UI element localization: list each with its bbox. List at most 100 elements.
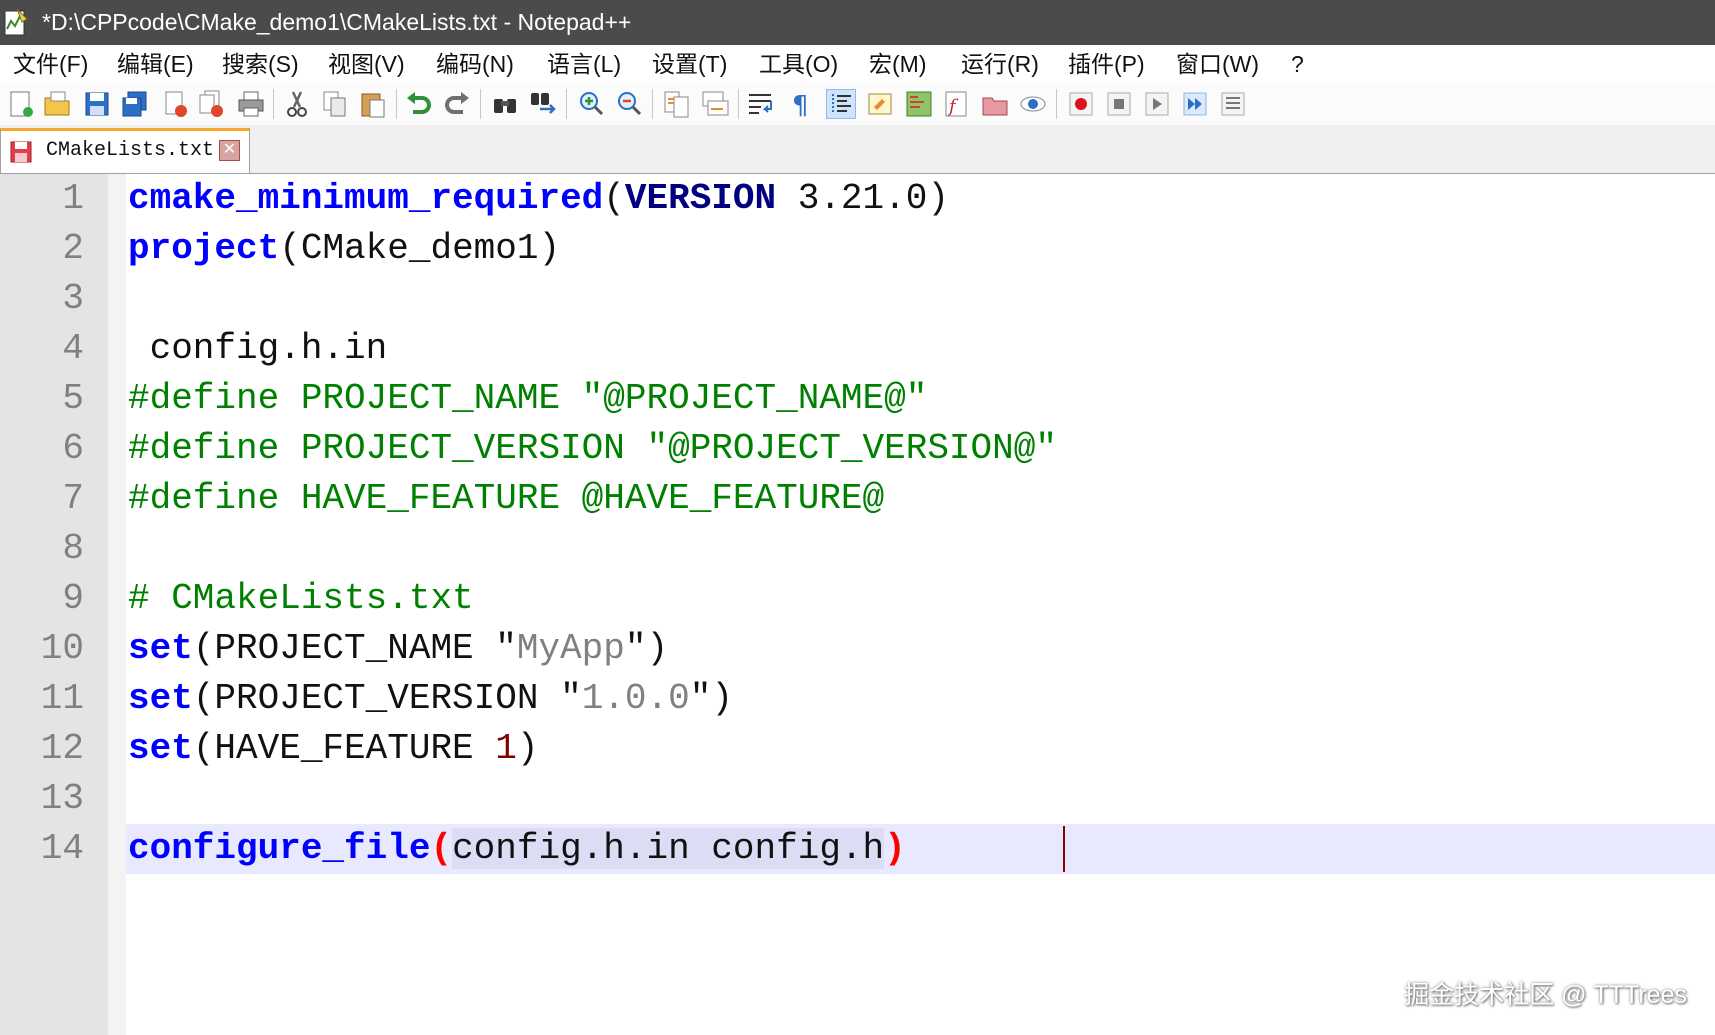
code-token: # CMakeLists.txt [128, 578, 474, 619]
fold-margin[interactable] [108, 174, 126, 1035]
code-line[interactable]: config.h.in [128, 324, 388, 374]
menu-encoding[interactable]: 编码(N) [436, 45, 514, 83]
line-number: 5 [62, 378, 84, 419]
line-number: 7 [62, 478, 84, 519]
code-token: 3.21.0) [776, 178, 949, 219]
print-icon[interactable] [236, 89, 266, 119]
menu-help[interactable]: ? [1291, 45, 1304, 83]
menu-window[interactable]: 窗口(W) [1176, 45, 1259, 83]
code-token: ") [689, 678, 733, 719]
sync-horizontal-icon[interactable] [700, 89, 730, 119]
menu-run[interactable]: 运行(R) [961, 45, 1039, 83]
window-title: *D:\CPPcode\CMake_demo1\CMakeLists.txt -… [42, 9, 632, 35]
line-number: 8 [62, 528, 84, 569]
menu-view[interactable]: 视图(V) [328, 45, 405, 83]
code-token: (PROJECT_VERSION " [192, 678, 582, 719]
code-token: #define PROJECT_VERSION "@PROJECT_VERSIO… [128, 428, 1057, 469]
line-number: 6 [62, 428, 84, 469]
close-all-icon[interactable] [196, 89, 226, 119]
code-token: ") [624, 628, 669, 669]
code-line[interactable]: configure_file(config.h.in config.h) [128, 824, 906, 874]
code-line[interactable]: project(CMake_demo1) [128, 224, 560, 274]
notepad-plus-plus-icon[interactable] [3, 7, 29, 37]
word-wrap-icon[interactable] [746, 89, 776, 119]
code-line[interactable]: #define PROJECT_NAME "@PROJECT_NAME@" [128, 374, 927, 424]
menu-macro[interactable]: 宏(M) [869, 45, 926, 83]
toolbar: ¶ f [0, 83, 1715, 126]
toolbar-separator [273, 89, 274, 119]
new-file-icon[interactable] [6, 89, 36, 119]
indent-guide-icon[interactable] [826, 89, 856, 119]
line-number: 2 [62, 228, 84, 269]
record-macro-icon[interactable] [1066, 89, 1096, 119]
replace-icon[interactable] [528, 89, 558, 119]
zoom-in-icon[interactable] [576, 89, 606, 119]
code-line[interactable]: #define HAVE_FEATURE @HAVE_FEATURE@ [128, 474, 884, 524]
line-number: 10 [40, 628, 84, 669]
udl-icon[interactable] [866, 89, 896, 119]
menu-edit[interactable]: 编辑(E) [117, 45, 194, 83]
code-line[interactable]: set(PROJECT_NAME "MyApp") [128, 624, 668, 674]
code-line[interactable]: # CMakeLists.txt [128, 574, 474, 624]
menu-tools[interactable]: 工具(O) [759, 45, 838, 83]
code-token: 1 [495, 728, 517, 769]
menu-plugins[interactable]: 插件(P) [1068, 45, 1145, 83]
code-token: set [128, 628, 193, 669]
line-number: 4 [62, 328, 84, 369]
toolbar-separator [738, 89, 739, 119]
watermark: 掘金技术社区 @ TTTrees [1404, 981, 1687, 1009]
open-file-icon[interactable] [42, 89, 72, 119]
menu-bar: 文件(F) 编辑(E) 搜索(S) 视图(V) 编码(N) 语言(L) 设置(T… [0, 45, 1715, 83]
code-token: set [128, 728, 193, 769]
play-macro-icon[interactable] [1142, 89, 1172, 119]
folder-workspace-icon[interactable] [980, 89, 1010, 119]
code-token: ( [430, 828, 453, 869]
code-token: project [128, 228, 280, 269]
save-all-icon[interactable] [120, 89, 150, 119]
show-all-characters-icon[interactable]: ¶ [784, 89, 814, 119]
close-icon[interactable] [160, 89, 190, 119]
menu-language[interactable]: 语言(L) [547, 45, 621, 83]
monitoring-icon[interactable] [1018, 89, 1048, 119]
line-number: 11 [40, 678, 84, 719]
code-token: #define HAVE_FEATURE @HAVE_FEATURE@ [128, 478, 885, 519]
toolbar-separator [396, 89, 397, 119]
doc-map-icon[interactable] [904, 89, 934, 119]
undo-icon[interactable] [404, 89, 434, 119]
function-list-icon[interactable]: f [942, 89, 972, 119]
code-token: config.h.in [128, 328, 388, 369]
code-line[interactable]: set(PROJECT_VERSION "1.0.0") [128, 674, 733, 724]
copy-icon[interactable] [320, 89, 350, 119]
stop-macro-icon[interactable] [1104, 89, 1134, 119]
code-token: (CMake_demo1) [279, 228, 561, 269]
tab-bar: CMakeLists.txt ✕ [0, 125, 1715, 174]
code-token: (PROJECT_NAME " [192, 628, 517, 669]
code-token: #define PROJECT_NAME "@PROJECT_NAME@" [128, 378, 928, 419]
toolbar-separator [652, 89, 653, 119]
run-macro-multiple-icon[interactable] [1180, 89, 1210, 119]
code-line[interactable]: set(HAVE_FEATURE 1) [128, 724, 538, 774]
toolbar-separator [1056, 89, 1057, 119]
tab-cmakelists[interactable]: CMakeLists.txt ✕ [0, 128, 250, 173]
save-macro-icon[interactable] [1218, 89, 1248, 119]
sync-vertical-icon[interactable] [662, 89, 692, 119]
line-number: 13 [40, 778, 84, 819]
menu-file[interactable]: 文件(F) [13, 45, 88, 83]
code-token: 1.0.0 [581, 678, 690, 719]
menu-search[interactable]: 搜索(S) [222, 45, 299, 83]
code-line[interactable]: cmake_minimum_required(VERSION 3.21.0) [128, 174, 949, 224]
code-token: ( [603, 178, 625, 219]
code-token: VERSION [624, 178, 777, 219]
redo-icon[interactable] [442, 89, 472, 119]
code-line[interactable]: #define PROJECT_VERSION "@PROJECT_VERSIO… [128, 424, 1057, 474]
menu-settings[interactable]: 设置(T) [652, 45, 727, 83]
code-token: ) [516, 728, 539, 769]
code-token: ) [884, 828, 906, 869]
cut-icon[interactable] [282, 89, 312, 119]
paste-icon[interactable] [358, 89, 388, 119]
code-editor[interactable]: 1 2 3 4 5 6 7 8 9 10 11 12 13 14 cmake_minimum_require… [0, 174, 1715, 1035]
save-icon[interactable] [82, 89, 112, 119]
zoom-out-icon[interactable] [614, 89, 644, 119]
find-icon[interactable] [490, 89, 520, 119]
tab-close-button[interactable]: ✕ [219, 140, 240, 161]
